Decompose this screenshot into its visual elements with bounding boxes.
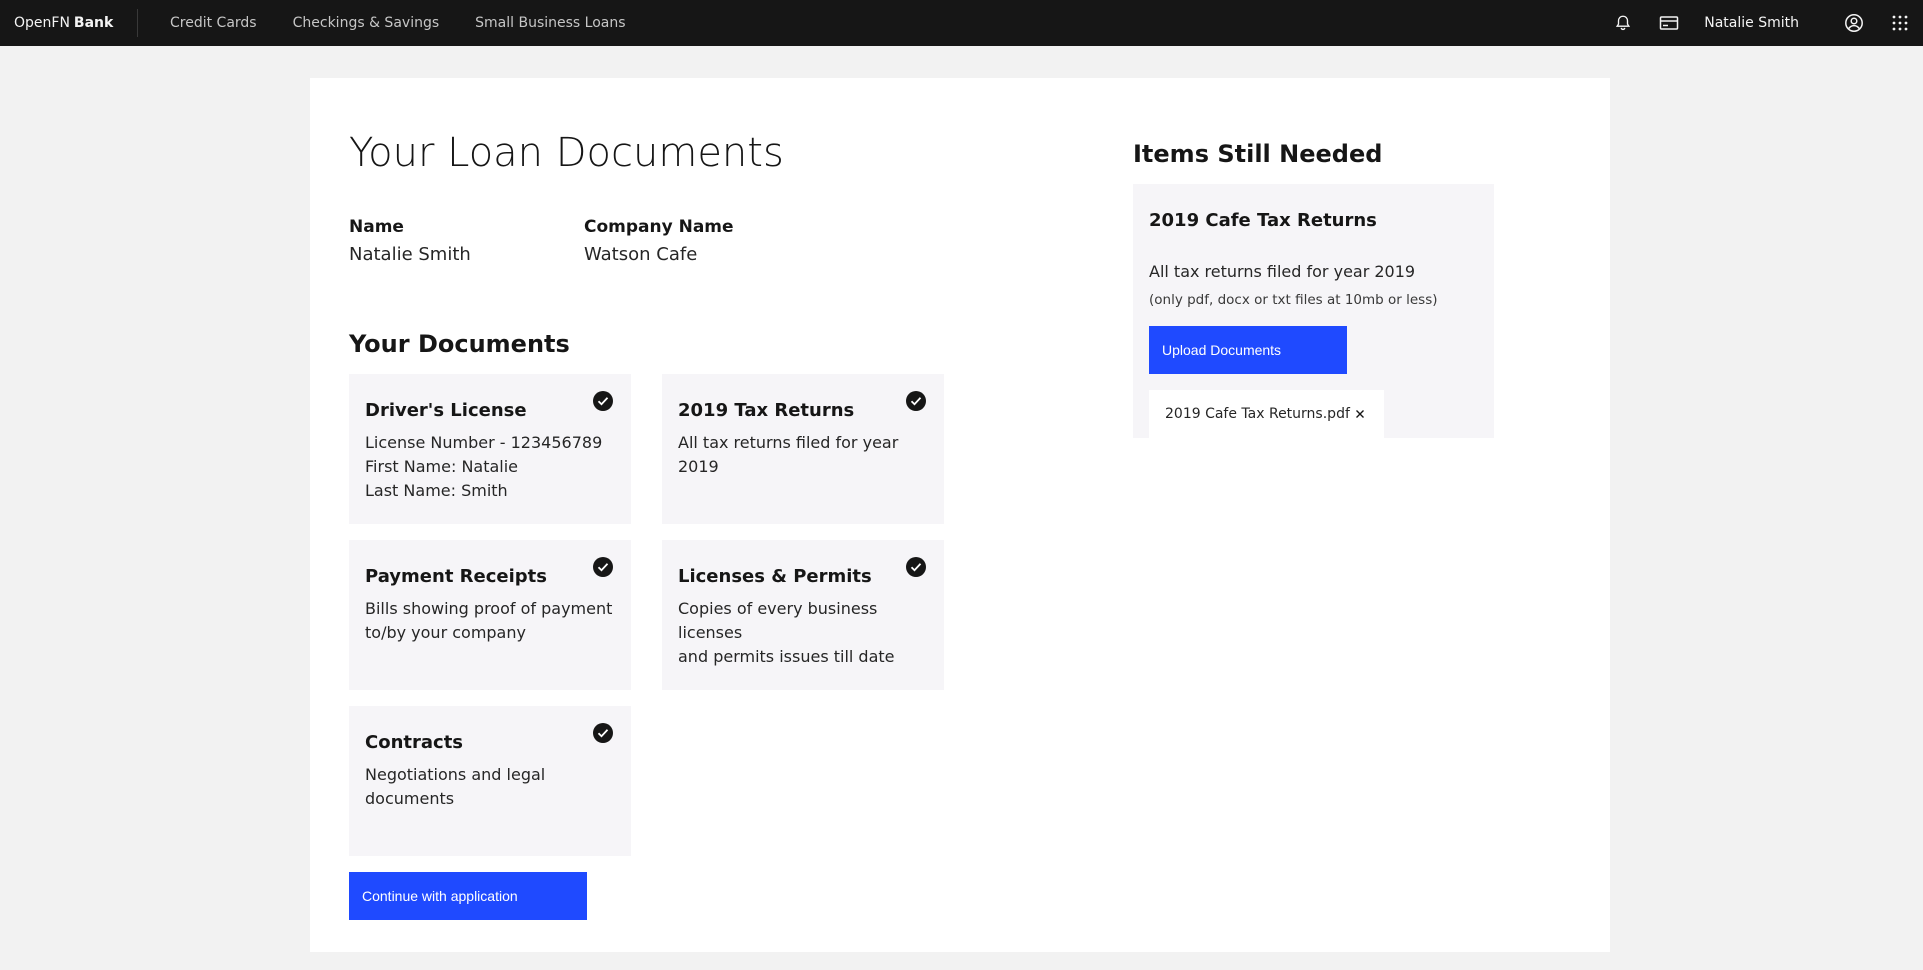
uploaded-file-chip: 2019 Cafe Tax Returns.pdf	[1149, 390, 1384, 438]
brand-prefix: OpenFN	[14, 15, 70, 31]
close-icon[interactable]	[1350, 404, 1370, 424]
checkmark-icon	[906, 557, 926, 577]
nav-user-name[interactable]: Natalie Smith	[1704, 15, 1799, 31]
brand-bold: Bank	[73, 15, 114, 31]
document-title: Driver's License	[365, 400, 527, 421]
nav-link-checkings-savings[interactable]: Checkings & Savings	[293, 15, 440, 31]
main-content: Your Loan Documents Name Natalie Smith C…	[310, 78, 1610, 952]
checkmark-icon	[593, 557, 613, 577]
document-detail: to/by your company	[365, 623, 526, 642]
needed-item-title: 2019 Cafe Tax Returns	[1149, 210, 1377, 231]
name-value: Natalie Smith	[349, 244, 471, 265]
document-title: Licenses & Permits	[678, 566, 872, 587]
uploaded-file-name: 2019 Cafe Tax Returns.pdf	[1165, 406, 1350, 422]
document-detail: Copies of every business licenses	[678, 599, 878, 642]
top-navigation: OpenFN Bank Credit Cards Checkings & Sav…	[0, 0, 1923, 46]
company-name-value: Watson Cafe	[584, 244, 698, 265]
name-label: Name	[349, 217, 404, 237]
credit-card-icon[interactable]	[1646, 0, 1692, 46]
document-detail: Bills showing proof of payment	[365, 599, 613, 618]
page-title: Your Loan Documents	[349, 130, 784, 176]
nav-actions: Natalie Smith	[1600, 0, 1923, 46]
items-still-needed-title: Items Still Needed	[1133, 140, 1383, 168]
document-card-payment-receipts[interactable]: Payment Receipts Bills showing proof of …	[349, 540, 631, 690]
document-detail: License Number - 123456789	[365, 433, 603, 452]
user-avatar-icon[interactable]	[1831, 0, 1877, 46]
checkmark-icon	[593, 723, 613, 743]
your-documents-title: Your Documents	[349, 330, 570, 358]
app-grid-icon[interactable]	[1877, 0, 1923, 46]
continue-application-button[interactable]: Continue with application	[349, 872, 587, 920]
document-detail: Negotiations and legal documents	[365, 765, 546, 808]
nav-link-credit-cards[interactable]: Credit Cards	[170, 15, 257, 31]
document-title: Contracts	[365, 732, 464, 753]
document-card-tax-returns[interactable]: 2019 Tax Returns All tax returns filed f…	[662, 374, 944, 524]
document-title: Payment Receipts	[365, 566, 548, 587]
document-detail: and permits issues till date	[678, 647, 895, 666]
document-detail: All tax returns filed for year 2019	[678, 433, 899, 476]
checkmark-icon	[906, 391, 926, 411]
company-name-label: Company Name	[584, 217, 734, 237]
document-card-contracts[interactable]: Contracts Negotiations and legal documen…	[349, 706, 631, 856]
document-title: 2019 Tax Returns	[678, 400, 855, 421]
nav-links: Credit Cards Checkings & Savings Small B…	[170, 15, 662, 31]
checkmark-icon	[593, 391, 613, 411]
document-card-drivers-license[interactable]: Driver's License License Number - 123456…	[349, 374, 631, 524]
document-detail: Last Name: Smith	[365, 481, 508, 500]
file-requirements-note: (only pdf, docx or txt files at 10mb or …	[1149, 292, 1438, 308]
nav-link-small-business-loans[interactable]: Small Business Loans	[475, 15, 625, 31]
bell-icon[interactable]	[1600, 0, 1646, 46]
needed-item-description: All tax returns filed for year 2019	[1149, 262, 1416, 281]
brand-logo[interactable]: OpenFN Bank	[0, 9, 138, 37]
document-card-licenses-permits[interactable]: Licenses & Permits Copies of every busin…	[662, 540, 944, 690]
upload-documents-button[interactable]: Upload Documents	[1149, 326, 1347, 374]
document-detail: First Name: Natalie	[365, 457, 519, 476]
needed-item-panel: 2019 Cafe Tax Returns All tax returns fi…	[1133, 184, 1494, 438]
